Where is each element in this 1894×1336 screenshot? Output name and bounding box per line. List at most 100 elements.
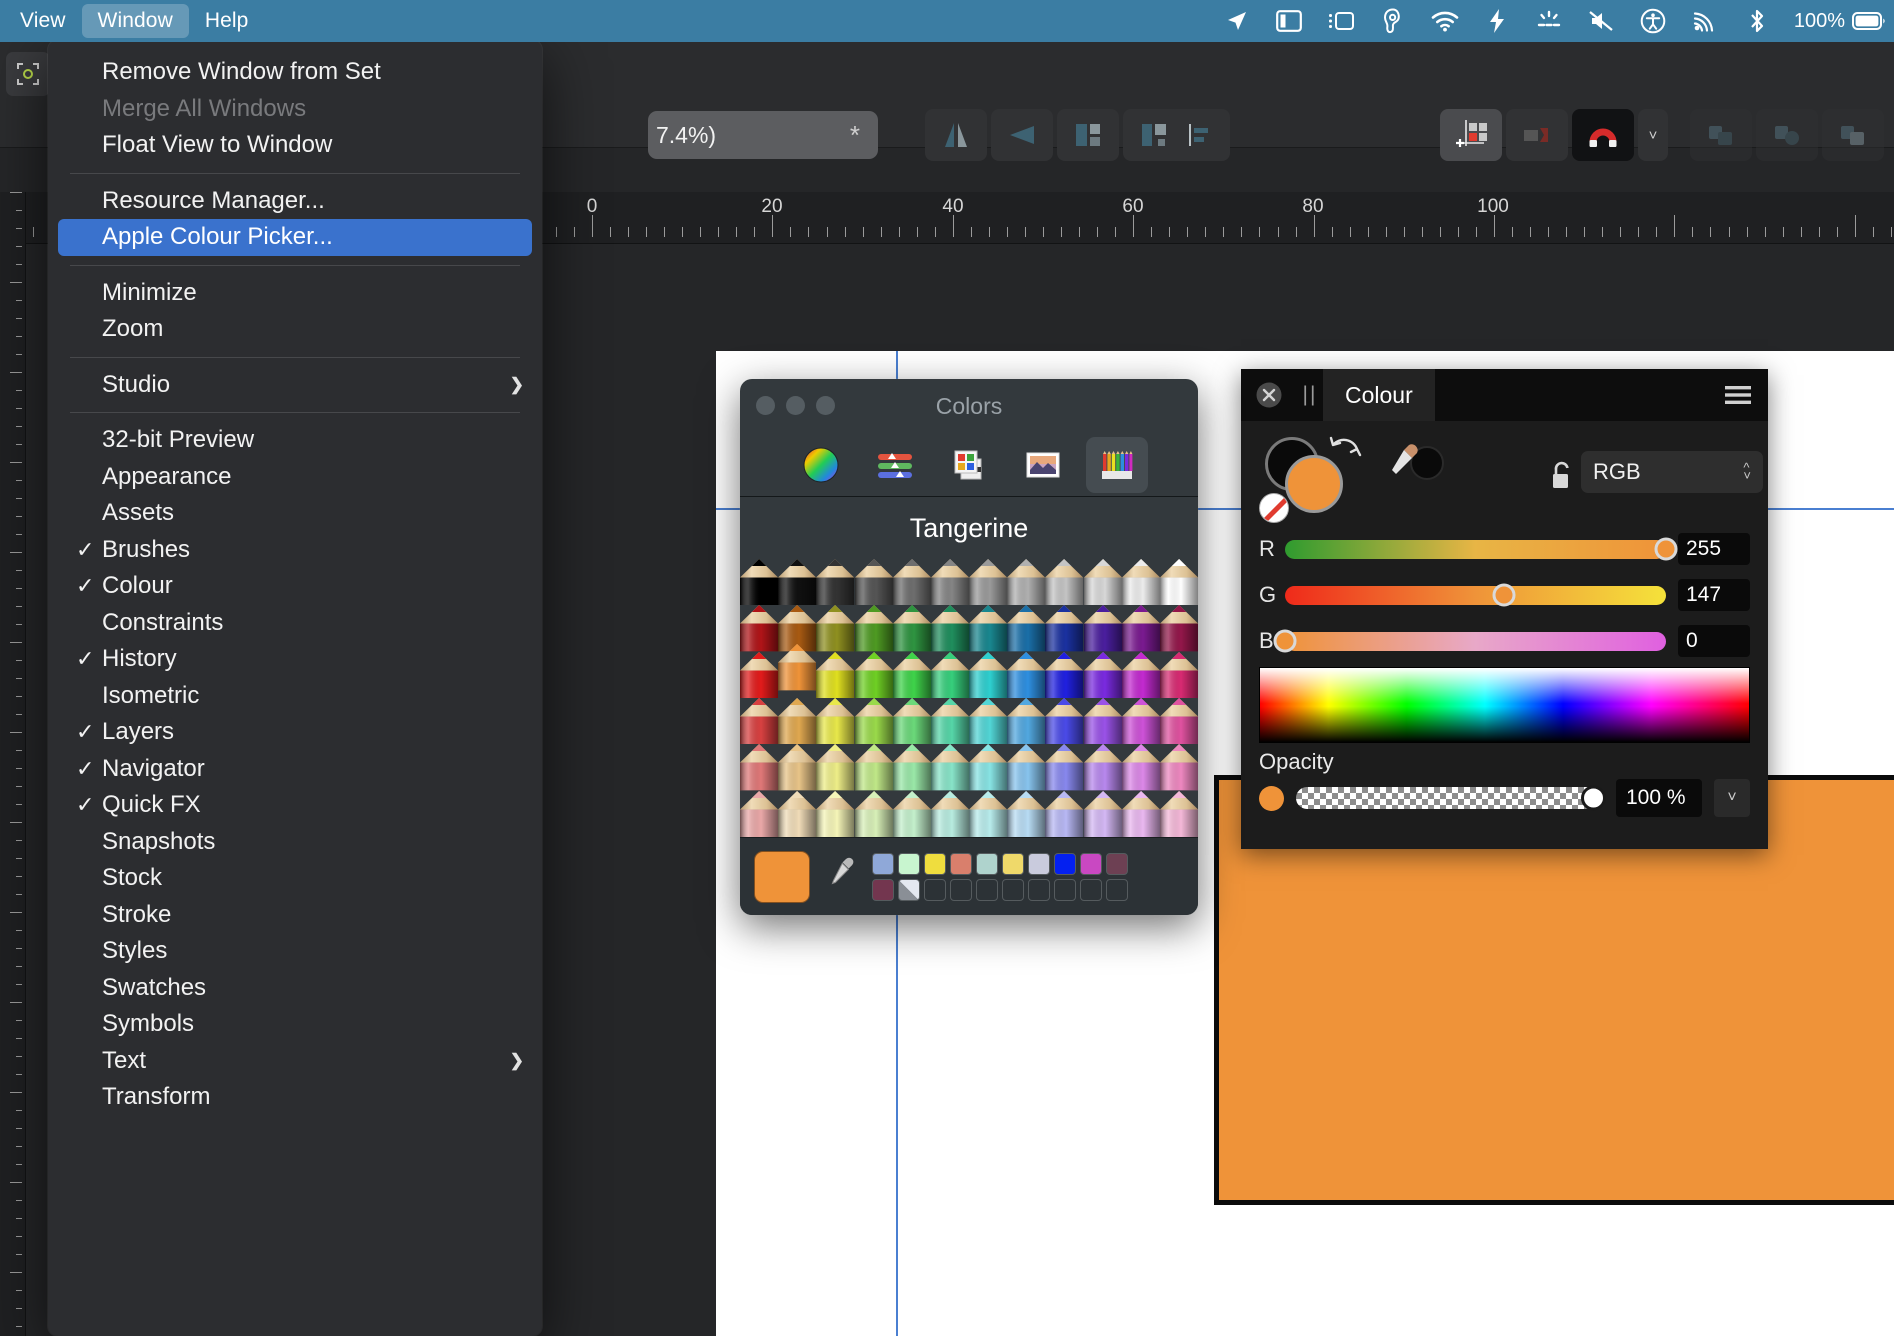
pencil-column[interactable] — [854, 559, 893, 837]
pencil-column[interactable] — [1045, 559, 1084, 837]
pencil-swatch[interactable] — [778, 790, 817, 837]
mute-speaker-icon[interactable] — [1586, 8, 1616, 34]
brightness-icon[interactable] — [1534, 8, 1564, 34]
menubar-item-help[interactable]: Help — [189, 4, 265, 38]
pencil-swatch[interactable] — [1007, 605, 1046, 652]
palette-swatch[interactable] — [950, 852, 972, 875]
pencil-swatch[interactable] — [930, 559, 969, 606]
apple-colours-window[interactable]: Colors Tangerine — [740, 379, 1198, 915]
menu-item-history[interactable]: ✓ History — [58, 641, 532, 678]
menubar-item-view[interactable]: View — [4, 4, 82, 38]
pencil-swatch[interactable] — [1121, 744, 1160, 791]
pencil-swatch[interactable] — [892, 605, 931, 652]
pencil-swatch[interactable] — [1045, 605, 1084, 652]
flip-vertical-button[interactable] — [991, 109, 1053, 161]
pencil-swatch[interactable] — [740, 605, 779, 652]
palette-swatch[interactable] — [1054, 878, 1076, 901]
pencil-swatch[interactable] — [816, 744, 855, 791]
pencil-column[interactable] — [1083, 559, 1122, 837]
pencil-swatch[interactable] — [854, 559, 893, 606]
pencil-swatch[interactable] — [1083, 698, 1122, 745]
display-sidebar-icon[interactable] — [1274, 8, 1304, 34]
pencils-tab[interactable] — [1086, 436, 1148, 493]
opacity-slider[interactable] — [1296, 785, 1606, 811]
zoom-level-field[interactable]: 7.4%) * — [648, 111, 878, 159]
pencil-column[interactable] — [1121, 559, 1160, 837]
palette-swatch[interactable] — [1080, 878, 1102, 901]
recent-colours-palette[interactable] — [872, 852, 1128, 901]
palette-swatch[interactable] — [1080, 852, 1102, 875]
swap-fill-stroke-icon[interactable] — [1325, 431, 1365, 468]
palette-swatch[interactable] — [1028, 852, 1050, 875]
airplay-icon[interactable] — [1690, 8, 1720, 34]
pencil-swatch[interactable] — [740, 559, 779, 606]
image-palettes-tab[interactable] — [1012, 437, 1074, 493]
menu-item-snapshots[interactable]: Snapshots — [58, 824, 532, 861]
menu-item-stock[interactable]: Stock — [58, 860, 532, 897]
menu-item-transform[interactable]: Transform — [58, 1079, 532, 1116]
menu-item-merge-all-windows[interactable]: Merge All Windows — [58, 91, 532, 128]
pencil-swatch[interactable] — [1007, 559, 1046, 606]
pencil-swatch[interactable] — [1121, 651, 1160, 698]
pencil-swatch[interactable] — [816, 698, 855, 745]
palette-swatch[interactable] — [1028, 878, 1050, 901]
slider-track-g[interactable] — [1285, 583, 1666, 607]
pencil-swatch[interactable] — [969, 698, 1008, 745]
slider-track-r[interactable] — [1285, 537, 1678, 561]
colour-studio-panel[interactable]: || Colour RGB ^ ˅ R 255 G 147 B 0 Opacit… — [1241, 369, 1768, 849]
accessibility-icon[interactable] — [1638, 8, 1668, 34]
palette-swatch[interactable] — [898, 878, 920, 901]
palette-swatch[interactable] — [924, 878, 946, 901]
pencil-swatch[interactable] — [740, 651, 779, 698]
pencil-swatch[interactable] — [854, 790, 893, 837]
menu-item-studio[interactable]: Studio ❯ — [58, 367, 532, 404]
pencil-swatch[interactable] — [1159, 790, 1198, 837]
pencil-swatch[interactable] — [778, 698, 817, 745]
palette-swatch[interactable] — [1002, 852, 1024, 875]
flip-horizontal-button[interactable] — [925, 109, 987, 161]
align-text-left-button[interactable] — [1168, 109, 1230, 161]
tab-colour[interactable]: Colour — [1323, 369, 1435, 421]
pencil-swatch[interactable] — [1083, 744, 1122, 791]
pencil-swatch[interactable] — [930, 698, 969, 745]
pencil-column[interactable] — [969, 559, 1008, 837]
menu-item-minimize[interactable]: Minimize — [58, 275, 532, 312]
location-arrow-icon[interactable] — [1222, 8, 1252, 34]
slider-track-b[interactable] — [1273, 629, 1666, 653]
pencil-column[interactable] — [892, 559, 931, 837]
unlocked-padlock-icon[interactable] — [1549, 461, 1575, 498]
no-colour-swatch[interactable] — [1259, 493, 1289, 523]
pencil-swatch[interactable] — [1121, 605, 1160, 652]
pencil-swatch[interactable] — [816, 559, 855, 606]
color-sliders-tab[interactable] — [864, 437, 926, 493]
pencil-swatch[interactable] — [930, 744, 969, 791]
pencil-swatch[interactable] — [1121, 698, 1160, 745]
snapping-grid-button[interactable] — [1440, 109, 1502, 161]
pencil-swatch[interactable] — [892, 744, 931, 791]
pencil-swatch[interactable] — [740, 790, 779, 837]
pencil-swatch[interactable] — [816, 605, 855, 652]
menu-item-colour[interactable]: ✓ Colour — [58, 568, 532, 605]
pencil-swatch[interactable] — [854, 698, 893, 745]
pencil-swatch[interactable] — [1007, 790, 1046, 837]
menu-item-remove-window-from-set[interactable]: Remove Window from Set — [58, 54, 532, 91]
pencil-swatch[interactable] — [930, 605, 969, 652]
menu-item-layers[interactable]: ✓ Layers — [58, 714, 532, 751]
pencil-column[interactable] — [1159, 559, 1198, 837]
menu-item-text[interactable]: Text ❯ — [58, 1043, 532, 1080]
pencil-swatch[interactable] — [892, 559, 931, 606]
pencil-swatch[interactable] — [740, 744, 779, 791]
slider-value-r[interactable]: 255 — [1678, 533, 1750, 565]
palette-swatch[interactable] — [872, 878, 894, 901]
menu-item-brushes[interactable]: ✓ Brushes — [58, 532, 532, 569]
pencil-swatch[interactable] — [1007, 651, 1046, 698]
opacity-value-field[interactable]: 100 % — [1616, 779, 1702, 817]
menu-item-resource-manager[interactable]: Resource Manager... — [58, 183, 532, 220]
snapping-options-chevron[interactable]: ˅ — [1638, 109, 1668, 161]
magnet-snapping-button[interactable] — [1572, 109, 1634, 161]
pencil-swatch[interactable] — [854, 744, 893, 791]
pencil-swatch[interactable] — [1045, 651, 1084, 698]
pencil-swatch[interactable] — [930, 651, 969, 698]
pencil-swatch[interactable] — [1121, 559, 1160, 606]
pencil-swatch-grid[interactable] — [740, 559, 1198, 837]
